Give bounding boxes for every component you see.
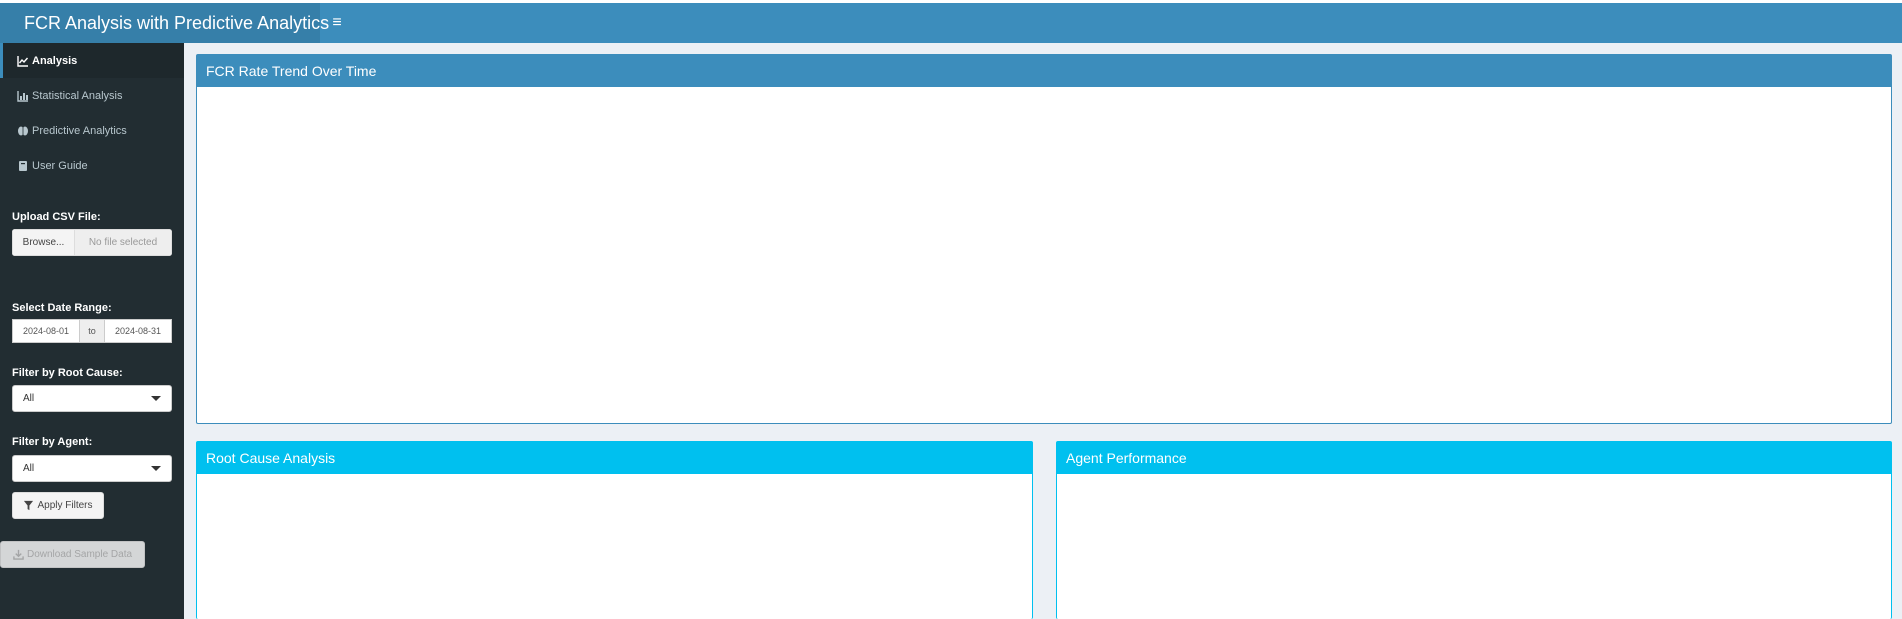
- sidebar-item-label: Analysis: [32, 54, 78, 67]
- fcr-trend-box: FCR Rate Trend Over Time: [196, 54, 1892, 424]
- brain-icon: [17, 125, 29, 137]
- sidebar-item-analysis[interactable]: Analysis: [0, 43, 184, 78]
- bar-chart-icon: [17, 90, 29, 102]
- book-icon: [17, 160, 29, 172]
- date-range-label: Select Date Range:: [12, 302, 112, 314]
- sidebar-toggle-icon[interactable]: ≡: [320, 3, 354, 43]
- sidebar-item-label: Predictive Analytics: [32, 124, 127, 137]
- chevron-down-icon: [151, 466, 161, 471]
- app-title: FCR Analysis with Predictive Analytics: [0, 3, 329, 43]
- fcr-trend-plot-area: [197, 87, 1891, 423]
- apply-filters-label: Apply Filters: [37, 500, 93, 511]
- file-name-display: No file selected: [75, 229, 172, 256]
- download-icon: [13, 549, 24, 560]
- start-date-input[interactable]: 2024-08-01: [12, 319, 80, 343]
- main-header: FCR Analysis with Predictive Analytics ≡: [0, 3, 1902, 43]
- end-date-input[interactable]: 2024-08-31: [104, 319, 172, 343]
- sidebar-item-label: Statistical Analysis: [32, 89, 123, 102]
- sidebar-item-label: User Guide: [32, 159, 88, 172]
- fcr-trend-title: FCR Rate Trend Over Time: [197, 55, 1891, 87]
- agent-performance-box: Agent Performance: [1056, 441, 1892, 619]
- download-sample-data-button[interactable]: Download Sample Data: [0, 541, 145, 568]
- agent-performance-title: Agent Performance: [1057, 442, 1891, 474]
- sidebar-item-predictive-analytics[interactable]: Predictive Analytics: [0, 113, 184, 148]
- browse-button[interactable]: Browse...: [12, 229, 75, 256]
- file-upload: Browse... No file selected: [12, 229, 172, 256]
- agent-value: All: [23, 463, 35, 474]
- root-cause-box: Root Cause Analysis: [196, 441, 1033, 619]
- chevron-down-icon: [151, 396, 161, 401]
- root-cause-select[interactable]: All: [12, 385, 172, 412]
- sidebar: Analysis Statistical Analysis Predictive…: [0, 43, 184, 619]
- agent-label: Filter by Agent:: [12, 436, 93, 448]
- sidebar-item-user-guide[interactable]: User Guide: [0, 148, 184, 183]
- root-cause-value: All: [23, 393, 35, 404]
- filter-icon: [24, 500, 34, 511]
- root-cause-title: Root Cause Analysis: [197, 442, 1032, 474]
- date-range-input: 2024-08-01 to 2024-08-31: [12, 319, 172, 343]
- agent-performance-plot-area: [1057, 474, 1891, 619]
- date-range-separator: to: [80, 319, 104, 343]
- root-cause-label: Filter by Root Cause:: [12, 367, 123, 379]
- agent-select[interactable]: All: [12, 455, 172, 482]
- download-sample-data-label: Download Sample Data: [26, 549, 133, 560]
- line-chart-icon: [17, 55, 29, 67]
- sidebar-item-statistical-analysis[interactable]: Statistical Analysis: [0, 78, 184, 113]
- root-cause-plot-area: [197, 474, 1032, 619]
- apply-filters-button[interactable]: Apply Filters: [12, 492, 104, 519]
- upload-label: Upload CSV File:: [12, 211, 101, 223]
